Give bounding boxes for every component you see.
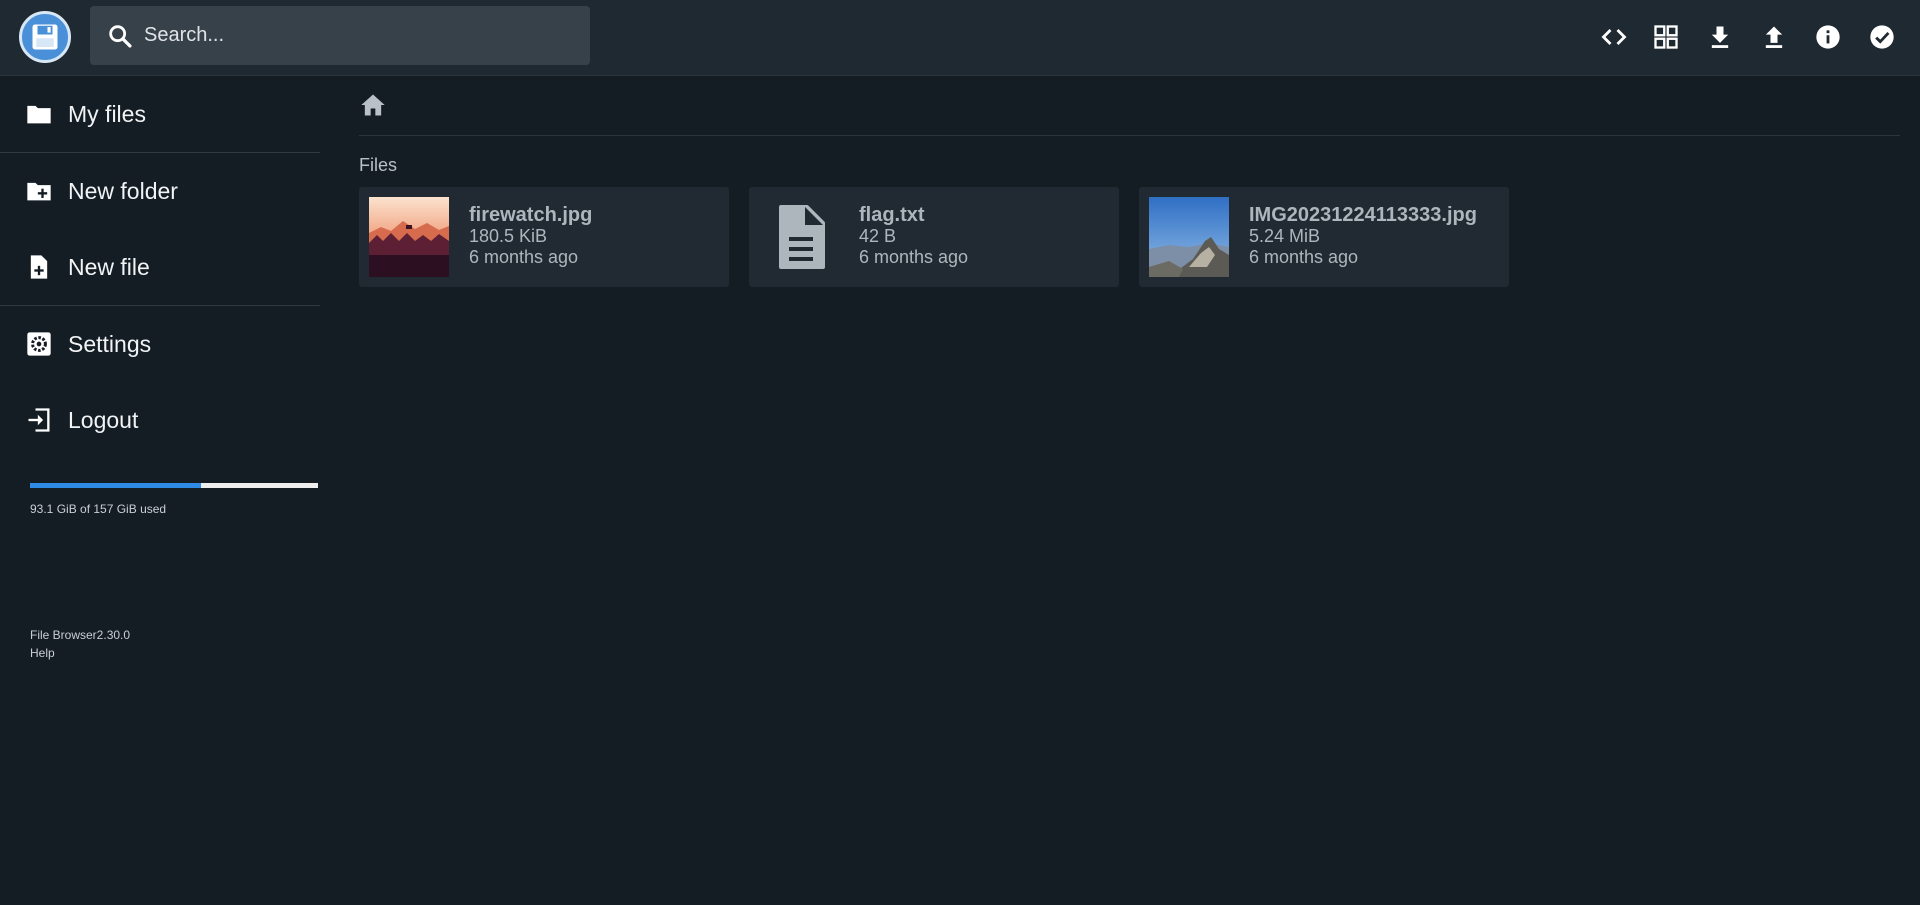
code-icon	[1601, 29, 1627, 45]
folder-icon	[27, 105, 51, 124]
sidebar-item-new-file[interactable]: New file	[0, 229, 320, 305]
download-button[interactable]	[1700, 17, 1740, 57]
file-item-img20231224113333[interactable]: IMG20231224113333.jpg 5.24 MiB 6 months …	[1139, 187, 1509, 287]
section-title: Files	[359, 155, 398, 175]
sidebar-item-label: New file	[68, 253, 150, 280]
search-icon	[109, 24, 132, 48]
file-name: flag.txt	[859, 204, 925, 226]
usage-text: 93.1 GiB of 157 GiB used	[30, 502, 167, 516]
toggle-code-button[interactable]	[1594, 17, 1634, 57]
search-box[interactable]	[90, 6, 590, 65]
file-name: IMG20231224113333.jpg	[1249, 204, 1477, 226]
breadcrumb	[359, 90, 387, 120]
app-header	[0, 0, 1920, 76]
sidebar-item-new-folder[interactable]: New folder	[0, 153, 320, 229]
select-multiple-button[interactable]	[1862, 17, 1902, 57]
check-circle-icon	[1870, 25, 1894, 49]
file-info: firewatch.jpg 180.5 KiB 6 months ago	[469, 204, 592, 268]
file-modified: 6 months ago	[469, 247, 579, 267]
app-version-link[interactable]: File Browser2.30.0	[30, 626, 130, 644]
file-info: IMG20231224113333.jpg 5.24 MiB 6 months …	[1249, 204, 1477, 268]
sidebar-item-settings[interactable]: Settings	[0, 306, 320, 382]
file-name: firewatch.jpg	[469, 204, 593, 226]
sidebar-item-label: New folder	[68, 177, 178, 204]
credits: File Browser2.30.0 Help	[30, 626, 130, 662]
sidebar: My files New folder New file Settings Lo…	[0, 76, 320, 905]
folder-plus-icon	[27, 182, 51, 201]
usage-progress-bar	[30, 483, 318, 488]
grid-view-icon	[1654, 25, 1678, 49]
sidebar-item-logout[interactable]: Logout	[0, 382, 320, 458]
file-item-flag[interactable]: flag.txt 42 B 6 months ago	[749, 187, 1119, 287]
info-icon	[1816, 25, 1840, 49]
file-item-firewatch[interactable]: firewatch.jpg 180.5 KiB 6 months ago	[359, 187, 729, 287]
file-size: 180.5 KiB	[469, 226, 548, 246]
document-thumbnail	[759, 197, 839, 277]
image-thumbnail	[1149, 197, 1229, 277]
image-thumbnail	[369, 197, 449, 277]
info-button[interactable]	[1808, 17, 1848, 57]
home-icon[interactable]	[359, 91, 387, 119]
usage-progress-fill	[30, 483, 201, 488]
storage-usage: 93.1 GiB of 157 GiB used	[30, 483, 318, 516]
floppy-disk-icon	[32, 24, 58, 50]
download-icon	[1711, 26, 1729, 48]
app-logo[interactable]	[19, 11, 71, 63]
sidebar-item-my-files[interactable]: My files	[0, 76, 320, 152]
logout-icon	[28, 408, 50, 432]
sidebar-item-label: Settings	[68, 330, 152, 357]
upload-button[interactable]	[1754, 17, 1794, 57]
file-size: 5.24 MiB	[1249, 226, 1321, 246]
switch-view-button[interactable]	[1646, 17, 1686, 57]
file-size: 42 B	[859, 226, 897, 246]
breadcrumb-divider	[359, 135, 1900, 136]
upload-icon	[1765, 26, 1783, 48]
file-plus-icon	[30, 255, 48, 279]
file-modified: 6 months ago	[1249, 247, 1359, 267]
help-link[interactable]: Help	[30, 644, 130, 662]
sidebar-item-label: My files	[68, 100, 146, 127]
document-icon	[779, 205, 825, 269]
file-info: flag.txt 42 B 6 months ago	[859, 204, 968, 268]
search-input[interactable]	[144, 24, 564, 47]
file-modified: 6 months ago	[859, 247, 969, 267]
sidebar-item-label: Logout	[68, 406, 139, 433]
settings-icon	[27, 332, 51, 356]
